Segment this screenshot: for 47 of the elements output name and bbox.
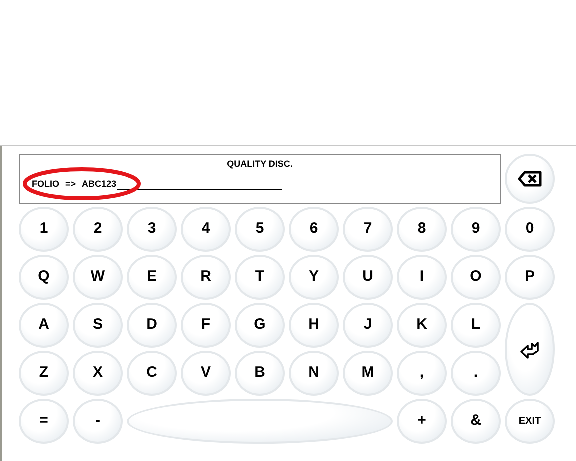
key[interactable]: 4: [181, 207, 231, 252]
key[interactable]: K: [397, 303, 447, 348]
exit-key[interactable]: EXIT: [505, 399, 555, 444]
field-value: ABC123: [82, 178, 117, 190]
key[interactable]: J: [343, 303, 393, 348]
key[interactable]: 8: [397, 207, 447, 252]
key[interactable]: E: [127, 255, 177, 300]
key[interactable]: U: [343, 255, 393, 300]
key[interactable]: H: [289, 303, 339, 348]
key[interactable]: 3: [127, 207, 177, 252]
key[interactable]: 0: [505, 207, 555, 252]
key[interactable]: 9: [451, 207, 501, 252]
key[interactable]: S: [73, 303, 123, 348]
key[interactable]: I: [397, 255, 447, 300]
key[interactable]: +: [397, 399, 447, 444]
key[interactable]: V: [181, 351, 231, 396]
key[interactable]: Q: [19, 255, 69, 300]
key[interactable]: M: [343, 351, 393, 396]
key[interactable]: ,: [397, 351, 447, 396]
key[interactable]: P: [505, 255, 555, 300]
key[interactable]: R: [181, 255, 231, 300]
key[interactable]: 1: [19, 207, 69, 252]
key[interactable]: F: [181, 303, 231, 348]
key[interactable]: 5: [235, 207, 285, 252]
key[interactable]: 2: [73, 207, 123, 252]
key[interactable]: T: [235, 255, 285, 300]
key[interactable]: =: [19, 399, 69, 444]
key[interactable]: &: [451, 399, 501, 444]
key[interactable]: B: [235, 351, 285, 396]
display-title: QUALITY DISC.: [226, 158, 294, 171]
key[interactable]: L: [451, 303, 501, 348]
key[interactable]: O: [451, 255, 501, 300]
key[interactable]: X: [73, 351, 123, 396]
key[interactable]: -: [73, 399, 123, 444]
key[interactable]: C: [127, 351, 177, 396]
key[interactable]: W: [73, 255, 123, 300]
key[interactable]: 7: [343, 207, 393, 252]
arrow-text: =>: [66, 178, 76, 190]
key[interactable]: Z: [19, 351, 69, 396]
key[interactable]: A: [19, 303, 69, 348]
key[interactable]: D: [127, 303, 177, 348]
field-label: FOLIO: [32, 178, 60, 190]
key[interactable]: Y: [289, 255, 339, 300]
key[interactable]: N: [289, 351, 339, 396]
key[interactable]: G: [235, 303, 285, 348]
key[interactable]: .: [451, 351, 501, 396]
key[interactable]: 6: [289, 207, 339, 252]
